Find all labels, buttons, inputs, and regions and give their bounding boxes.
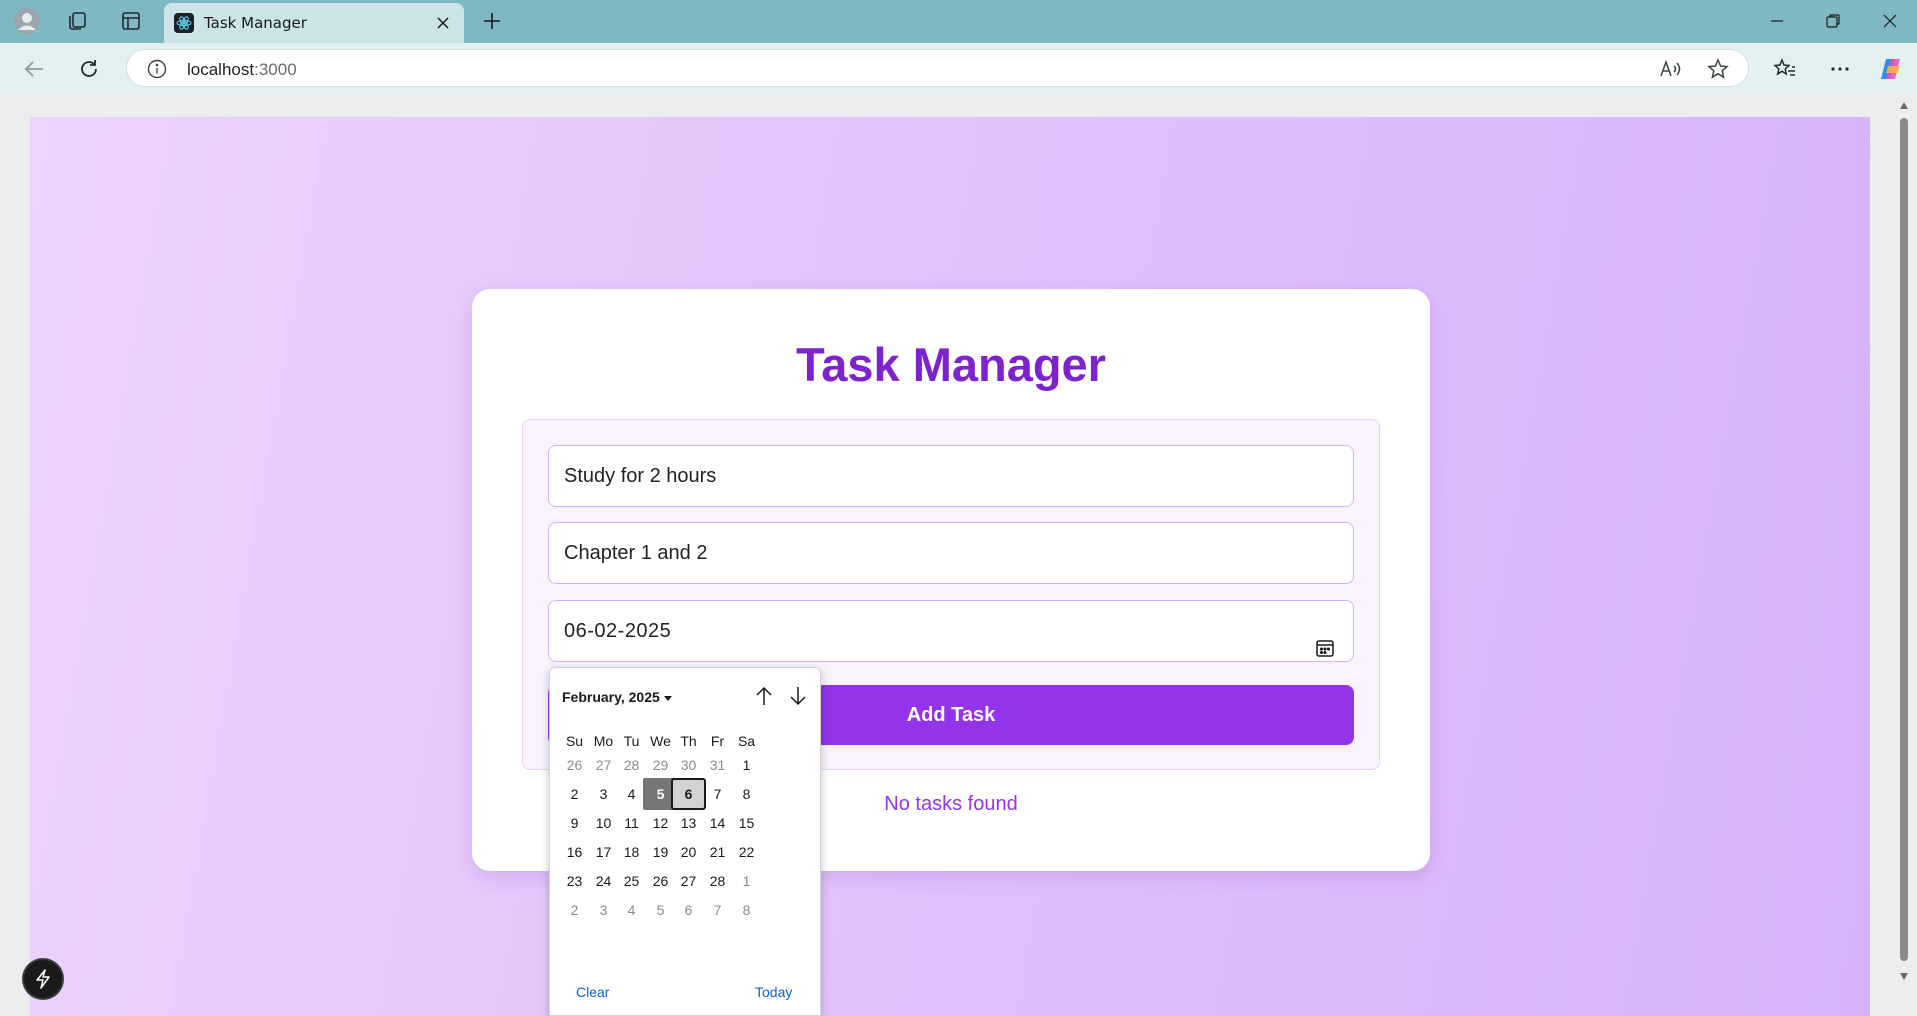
clear-date-link[interactable]: Clear bbox=[576, 984, 609, 1000]
calendar-day[interactable]: 15 bbox=[729, 807, 764, 839]
new-tab-icon[interactable] bbox=[477, 6, 507, 36]
read-aloud-icon[interactable] bbox=[1657, 56, 1683, 82]
due-date-input[interactable]: 06-02-2025 bbox=[548, 600, 1354, 662]
today-link[interactable]: Today bbox=[755, 984, 792, 1000]
browser-tab-active[interactable]: Task Manager bbox=[164, 3, 464, 43]
calendar-day-outside-month[interactable]: 8 bbox=[729, 894, 764, 926]
page-title: Task Manager bbox=[796, 338, 1106, 391]
due-date-value: 06-02-2025 bbox=[564, 620, 672, 642]
url-text: localhost:3000 bbox=[187, 60, 297, 80]
date-picker-popup: February, 2025 Su Mo Tu We Th Fr Sa 26 27 28 29 30… bbox=[549, 667, 821, 1016]
task-title-input[interactable]: Study for 2 hours bbox=[548, 445, 1354, 507]
task-description-value: Chapter 1 and 2 bbox=[564, 542, 708, 564]
calendar-day[interactable]: 8 bbox=[729, 778, 764, 810]
page-scrollbar[interactable] bbox=[1896, 100, 1912, 1016]
favorites-icon[interactable] bbox=[1769, 53, 1801, 85]
profile-icon[interactable] bbox=[12, 6, 42, 36]
dev-tools-badge[interactable] bbox=[24, 960, 62, 998]
lightning-icon bbox=[36, 969, 50, 989]
task-description-input[interactable]: Chapter 1 and 2 bbox=[548, 522, 1354, 584]
minimize-icon[interactable] bbox=[1757, 6, 1797, 36]
close-window-icon[interactable] bbox=[1870, 6, 1910, 36]
url-port: :3000 bbox=[254, 60, 297, 79]
scroll-up-icon[interactable] bbox=[1899, 100, 1909, 112]
calendar-icon[interactable] bbox=[1315, 622, 1335, 657]
copilot-icon[interactable] bbox=[1876, 53, 1908, 85]
scroll-down-icon[interactable] bbox=[1899, 970, 1909, 982]
address-bar[interactable]: localhost:3000 bbox=[126, 49, 1749, 87]
back-icon[interactable] bbox=[18, 53, 50, 85]
vertical-tabs-icon[interactable] bbox=[116, 6, 146, 36]
site-info-icon[interactable] bbox=[147, 59, 167, 79]
calendar-day-outside-month[interactable]: 1 bbox=[729, 865, 764, 897]
caret-down-icon bbox=[663, 695, 672, 701]
favorite-star-icon[interactable] bbox=[1705, 56, 1731, 82]
scroll-thumb[interactable] bbox=[1900, 118, 1908, 961]
url-host: localhost bbox=[187, 60, 255, 79]
close-tab-icon[interactable] bbox=[432, 12, 454, 34]
weekday-label: Sa bbox=[737, 733, 756, 749]
next-month-icon[interactable] bbox=[784, 682, 812, 710]
tab-title: Task Manager bbox=[204, 14, 307, 32]
calendar-day[interactable]: 1 bbox=[729, 749, 764, 781]
page-viewport: Task Manager Study for 2 hours Chapter 1… bbox=[30, 117, 1870, 1016]
react-icon bbox=[174, 13, 194, 33]
collections-icon[interactable] bbox=[62, 6, 92, 36]
browser-toolbar: localhost:3000 bbox=[0, 43, 1917, 94]
restore-icon[interactable] bbox=[1813, 6, 1853, 36]
month-year-selector[interactable]: February, 2025 bbox=[562, 689, 672, 705]
browser-title-bar: Task Manager bbox=[0, 0, 1917, 43]
calendar-day[interactable]: 22 bbox=[729, 836, 764, 868]
more-options-icon[interactable] bbox=[1824, 53, 1856, 85]
month-year-label: February, 2025 bbox=[562, 689, 660, 705]
refresh-icon[interactable] bbox=[73, 53, 105, 85]
previous-month-icon[interactable] bbox=[750, 682, 778, 710]
